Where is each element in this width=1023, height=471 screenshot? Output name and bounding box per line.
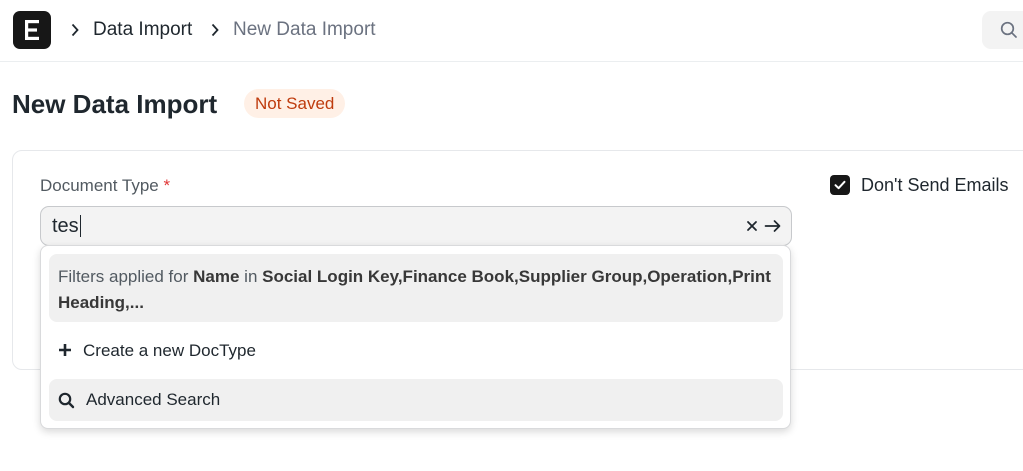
search-icon (1000, 21, 1017, 38)
page-title: New Data Import (12, 89, 218, 119)
status-badge: Not Saved (244, 89, 346, 118)
top-navbar: Data Import New Data Import (0, 0, 1023, 62)
search-icon (58, 392, 75, 409)
checkmark-icon (834, 180, 846, 190)
chevron-right-icon (71, 23, 79, 37)
breadcrumb-data-import[interactable]: Data Import (93, 19, 192, 41)
text-caret (79, 215, 82, 237)
document-type-value: tes (52, 215, 79, 237)
document-type-label: Document Type * (40, 176, 170, 196)
app-logo-icon[interactable] (13, 11, 51, 49)
filter-notice-field: Name (193, 267, 240, 286)
document-type-input[interactable]: tes (40, 206, 792, 246)
arrow-right-icon[interactable] (764, 219, 782, 233)
breadcrumb-new-data-import[interactable]: New Data Import (233, 19, 376, 41)
advanced-search-option[interactable]: Advanced Search (49, 379, 783, 421)
clear-icon[interactable] (745, 219, 759, 233)
plus-icon (59, 344, 71, 356)
create-new-doctype-label: Create a new DocType (83, 341, 256, 360)
dont-send-emails-label[interactable]: Don't Send Emails (861, 175, 1009, 196)
doctype-autocomplete-dropdown: Filters applied for Name in Social Login… (40, 245, 791, 429)
required-mark: * (163, 176, 171, 195)
advanced-search-label: Advanced Search (86, 390, 221, 409)
navbar-search-bar[interactable] (982, 11, 1023, 49)
dont-send-emails-checkbox[interactable] (830, 175, 850, 195)
filter-notice: Filters applied for Name in Social Login… (49, 254, 783, 322)
create-new-doctype-option[interactable]: Create a new DocType (49, 331, 783, 371)
filter-notice-prefix: Filters applied for (58, 267, 194, 286)
chevron-right-icon (211, 23, 219, 37)
filter-notice-middle: in (239, 267, 263, 286)
document-type-label-text: Document Type (40, 176, 159, 195)
